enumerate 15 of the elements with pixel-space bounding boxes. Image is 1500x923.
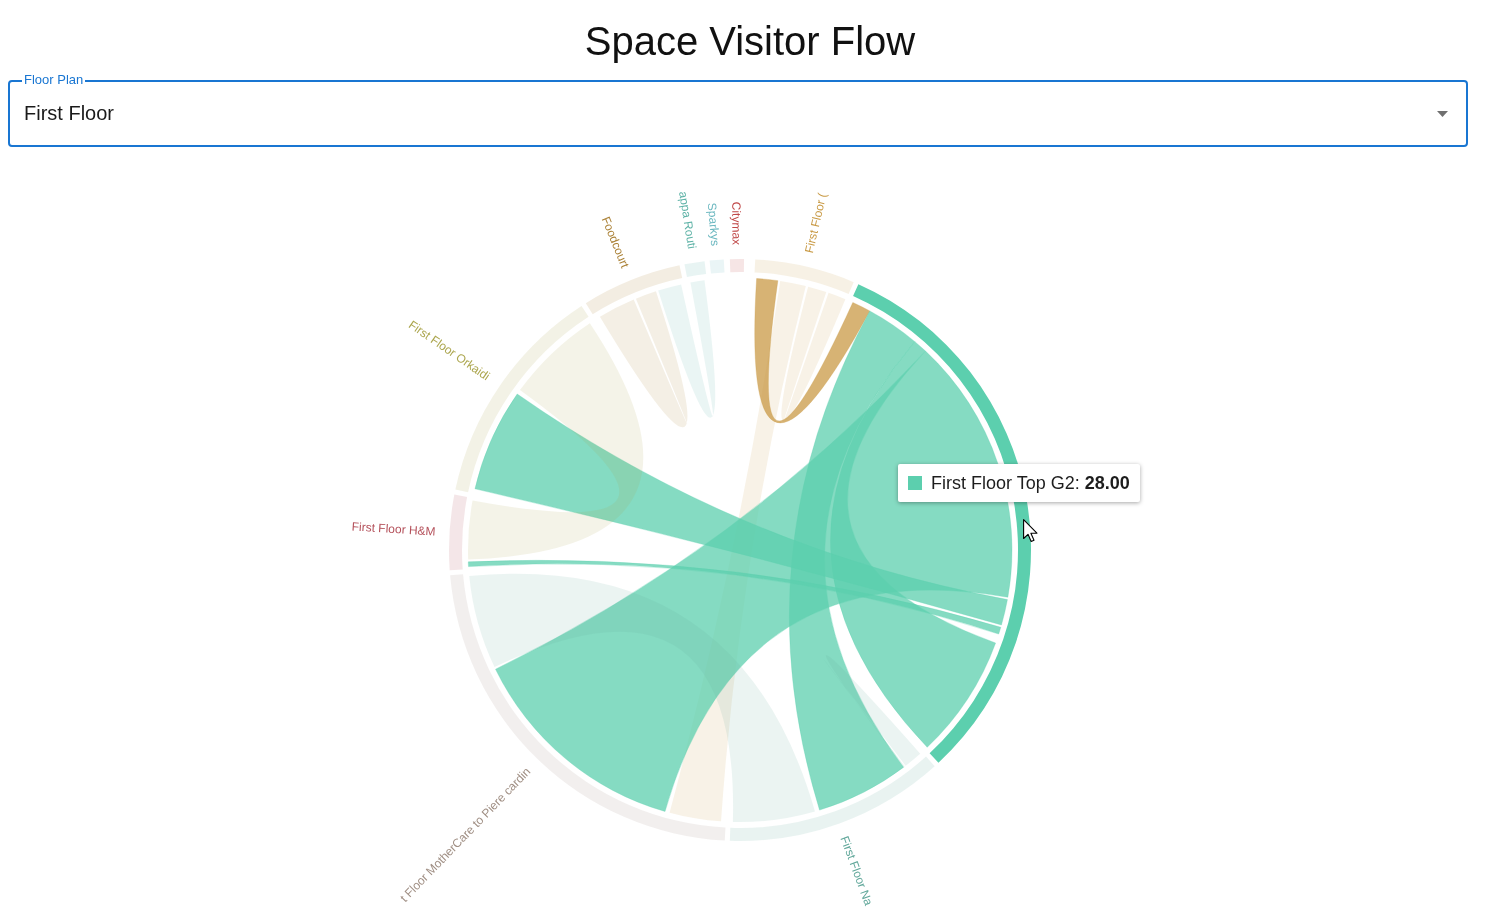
group-label: Sparkys bbox=[704, 202, 723, 247]
cursor-icon bbox=[1023, 519, 1038, 542]
group-arc[interactable] bbox=[754, 259, 854, 295]
caret-icon bbox=[1437, 110, 1448, 117]
group-label: First Floor ( bbox=[802, 191, 830, 255]
page-title: Space Visitor Flow bbox=[584, 18, 916, 65]
group-label: Citymax bbox=[729, 201, 744, 246]
group-label: First Floor Na bbox=[837, 834, 876, 908]
tooltip-text: First Floor Top G2: 28.00 bbox=[931, 472, 1130, 495]
group-label: First Floor H&M bbox=[351, 519, 436, 539]
group-arc[interactable] bbox=[449, 494, 468, 571]
field-label: Floor Plan bbox=[22, 72, 86, 87]
group-arc[interactable] bbox=[729, 259, 745, 273]
group-arc[interactable] bbox=[455, 305, 589, 493]
group-label: appa Routi bbox=[676, 190, 699, 250]
